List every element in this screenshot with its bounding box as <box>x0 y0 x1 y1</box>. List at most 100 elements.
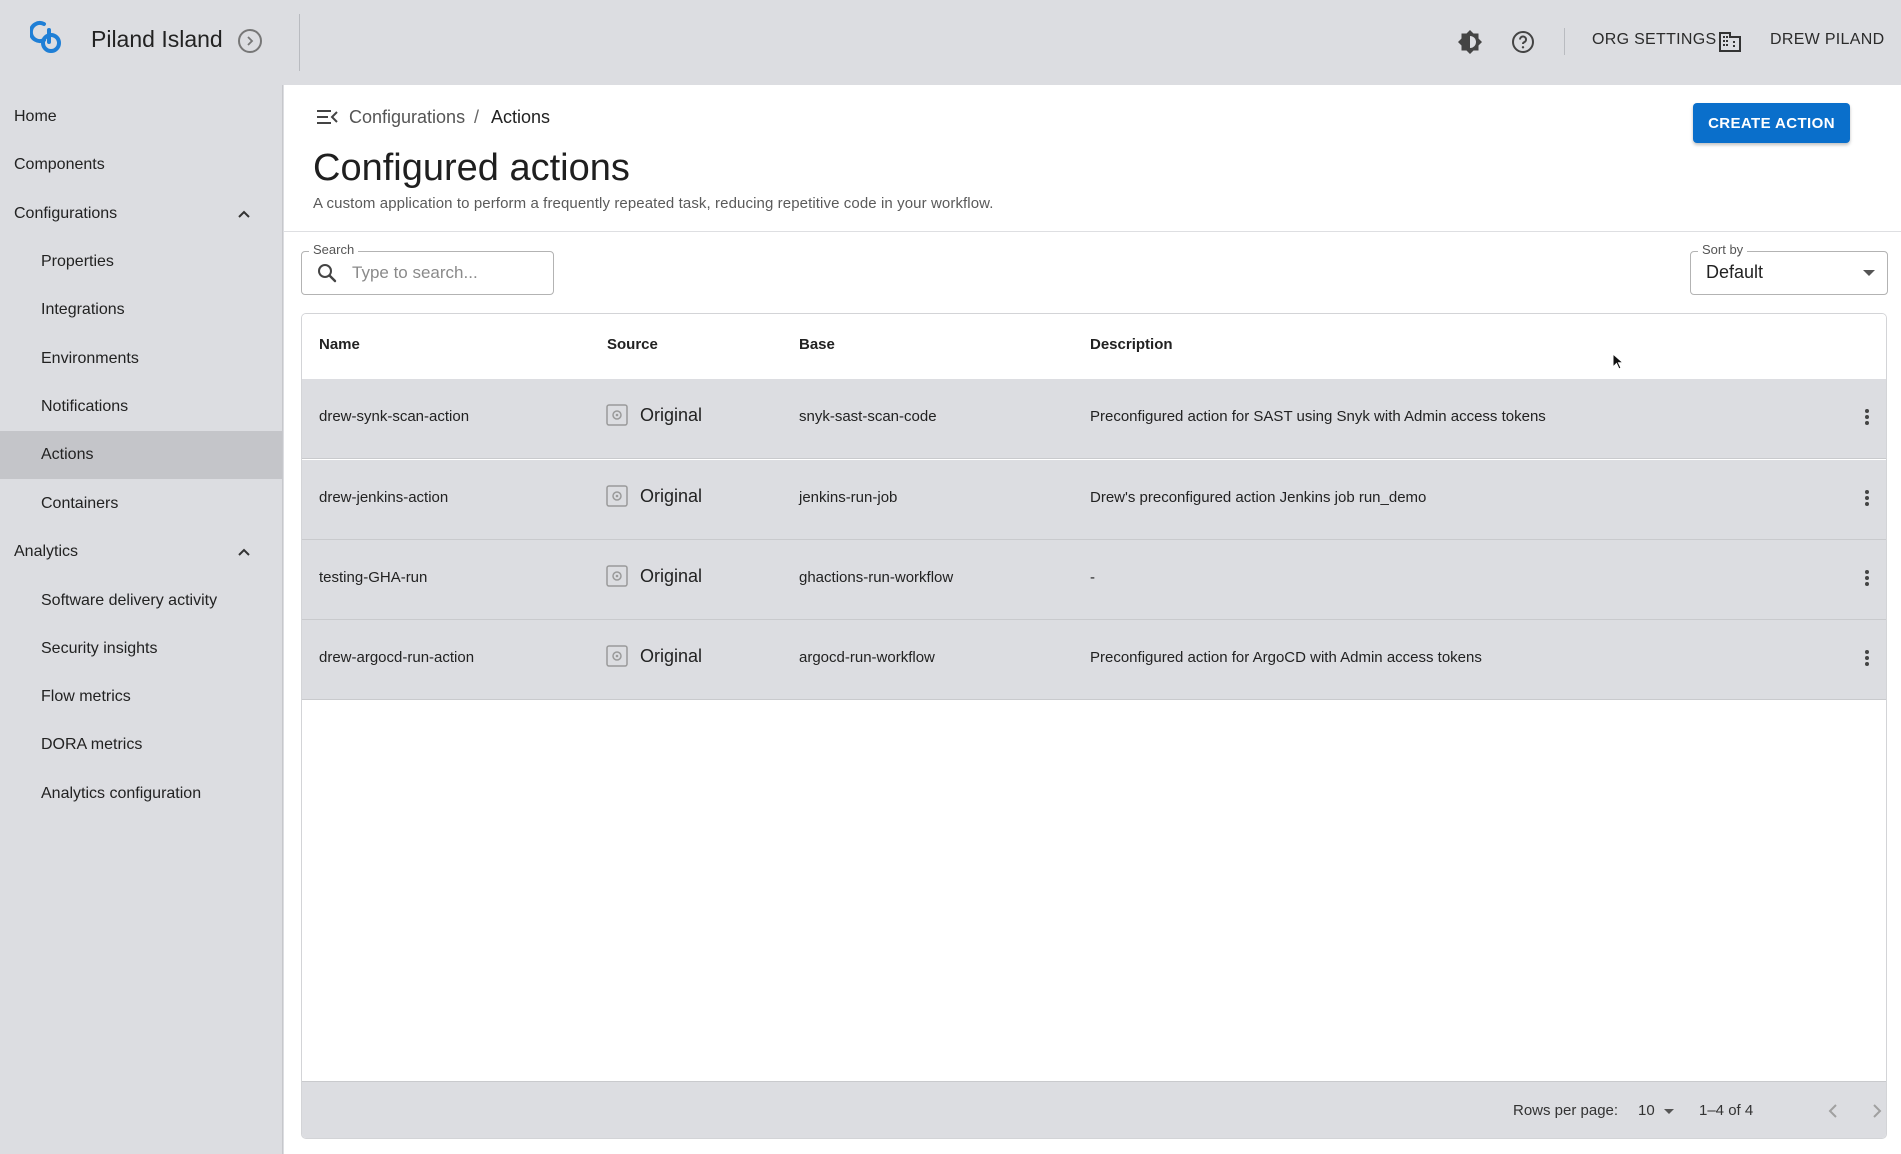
breadcrumb-current: Actions <box>491 107 551 127</box>
sidebar-item-configurations[interactable]: Configurations <box>0 190 282 238</box>
caret-down-icon[interactable] <box>1664 1109 1674 1114</box>
cell-source: Original <box>606 404 702 426</box>
column-header-base[interactable]: Base <box>799 336 835 353</box>
sidebar-item-label: Environments <box>41 350 139 367</box>
breadcrumb-separator: / <box>474 107 480 127</box>
column-header-source[interactable]: Source <box>607 336 658 353</box>
cell-description: Drew's preconfigured action Jenkins job … <box>1090 489 1427 506</box>
table-pagination: Rows per page: 10 1–4 of 4 <box>302 1081 1886 1138</box>
sidebar-item-actions[interactable]: Actions <box>0 431 282 479</box>
next-page-icon[interactable] <box>1865 1099 1886 1123</box>
source-label: Original <box>640 565 703 586</box>
cell-name: drew-argocd-run-action <box>319 649 475 666</box>
rows-per-page-label: Rows per page: <box>1513 1102 1619 1119</box>
more-vert-icon[interactable] <box>1855 407 1879 431</box>
search-input[interactable] <box>352 261 542 285</box>
original-source-icon <box>606 645 628 667</box>
sidebar-item-home[interactable]: Home <box>0 93 282 141</box>
table-header: Name Source Base Description <box>302 314 1886 379</box>
sidebar-item-properties[interactable]: Properties <box>0 238 282 286</box>
sidebar-item-label: Configurations <box>14 205 118 222</box>
user-menu[interactable]: DREW PILAND <box>1770 31 1884 49</box>
chevron-up-icon[interactable] <box>236 544 252 560</box>
column-header-description[interactable]: Description <box>1090 336 1173 353</box>
cell-base: jenkins-run-job <box>799 489 898 506</box>
sidebar-item-label: Notifications <box>41 398 129 415</box>
original-source-icon <box>606 485 628 507</box>
more-vert-icon[interactable] <box>1855 648 1879 672</box>
original-source-icon <box>606 404 628 426</box>
sort-value: Default <box>1706 262 1764 282</box>
sidebar-item-label: Containers <box>41 495 119 512</box>
table-row[interactable]: drew-synk-scan-action Original snyk-sast… <box>302 379 1886 459</box>
table-row[interactable]: testing-GHA-run Original ghactions-run-w… <box>302 540 1886 620</box>
table-row[interactable]: drew-jenkins-action Original jenkins-run… <box>302 460 1886 540</box>
sidebar-item-label: Home <box>14 108 57 125</box>
cell-base: argocd-run-workflow <box>799 649 935 666</box>
more-vert-icon[interactable] <box>1855 488 1879 512</box>
sidebar-item-containers[interactable]: Containers <box>0 480 282 528</box>
org-settings-link[interactable]: ORG SETTINGS <box>1592 31 1717 49</box>
logo-icon[interactable] <box>30 20 66 56</box>
sidebar-item-label: Software delivery activity <box>41 592 218 609</box>
breadcrumb-configurations[interactable]: Configurations <box>349 107 465 128</box>
topbar-divider <box>299 14 300 71</box>
sort-label: Sort by <box>1698 242 1748 257</box>
menu-collapse-icon[interactable] <box>315 105 339 129</box>
sidebar-item-label: DORA metrics <box>41 736 143 753</box>
org-switch-icon[interactable] <box>238 29 262 53</box>
caret-down-icon <box>1863 270 1875 276</box>
search-field[interactable] <box>301 251 554 295</box>
help-icon[interactable] <box>1509 28 1537 56</box>
cell-description: Preconfigured action for ArgoCD with Adm… <box>1090 649 1482 666</box>
more-vert-icon[interactable] <box>1855 568 1879 592</box>
sidebar-item-label: Properties <box>41 253 114 270</box>
sidebar-item-label: Actions <box>41 446 94 463</box>
sidebar-item-security-insights[interactable]: Security insights <box>0 625 282 673</box>
sidebar-item-dora-metrics[interactable]: DORA metrics <box>0 721 282 769</box>
building-icon[interactable] <box>1716 28 1744 56</box>
sidebar-item-label: Flow metrics <box>41 688 131 705</box>
chevron-up-icon[interactable] <box>236 206 252 222</box>
topbar-separator <box>1564 28 1565 55</box>
sidebar-item-integrations[interactable]: Integrations <box>0 286 282 334</box>
sidebar-item-label: Security insights <box>41 640 158 657</box>
search-label: Search <box>309 242 359 257</box>
main-content: Configurations / Actions CREATE ACTION C… <box>284 85 1901 1154</box>
org-name: Piland Island <box>91 26 223 52</box>
sidebar-item-label: Components <box>14 156 105 173</box>
page-header: Configurations / Actions CREATE ACTION C… <box>284 85 1901 232</box>
cell-description: Preconfigured action for SAST using Snyk… <box>1090 408 1546 425</box>
sidebar-item-flow-metrics[interactable]: Flow metrics <box>0 673 282 721</box>
cell-base: snyk-sast-scan-code <box>799 408 937 425</box>
column-header-name[interactable]: Name <box>319 336 360 353</box>
cell-base: ghactions-run-workflow <box>799 569 954 586</box>
sidebar-item-components[interactable]: Components <box>0 141 282 189</box>
sidebar-item-software-delivery-activity[interactable]: Software delivery activity <box>0 577 282 625</box>
source-label: Original <box>640 645 703 666</box>
top-app-bar: Piland Island ORG SETTINGS DREW PILAND <box>0 0 1901 85</box>
theme-toggle-icon[interactable] <box>1456 28 1484 56</box>
page-subtitle: A custom application to perform a freque… <box>313 195 994 212</box>
sort-select[interactable]: Default <box>1690 251 1888 295</box>
cell-source: Original <box>606 565 702 587</box>
cell-name: drew-jenkins-action <box>319 489 449 506</box>
page-title: Configured actions <box>313 147 630 189</box>
actions-table: Name Source Base Description drew-synk-s… <box>301 313 1887 1139</box>
sidebar-item-analytics[interactable]: Analytics <box>0 528 282 576</box>
pagination-range: 1–4 of 4 <box>1699 1102 1754 1119</box>
original-source-icon <box>606 565 628 587</box>
previous-page-icon[interactable] <box>1821 1099 1845 1123</box>
cell-name: testing-GHA-run <box>319 569 428 586</box>
sidebar-nav: Home Components Configurations Propertie… <box>0 85 283 1154</box>
sidebar-item-notifications[interactable]: Notifications <box>0 383 282 431</box>
sidebar-item-label: Integrations <box>41 301 125 318</box>
cell-name: drew-synk-scan-action <box>319 408 470 425</box>
sidebar-item-environments[interactable]: Environments <box>0 335 282 383</box>
table-row[interactable]: drew-argocd-run-action Original argocd-r… <box>302 620 1886 700</box>
sidebar-item-analytics-configuration[interactable]: Analytics configuration <box>0 770 282 818</box>
source-label: Original <box>640 485 703 506</box>
create-action-button[interactable]: CREATE ACTION <box>1693 103 1850 143</box>
rows-per-page-select[interactable]: 10 <box>1638 1102 1655 1119</box>
sidebar-item-label: Analytics <box>14 543 79 560</box>
